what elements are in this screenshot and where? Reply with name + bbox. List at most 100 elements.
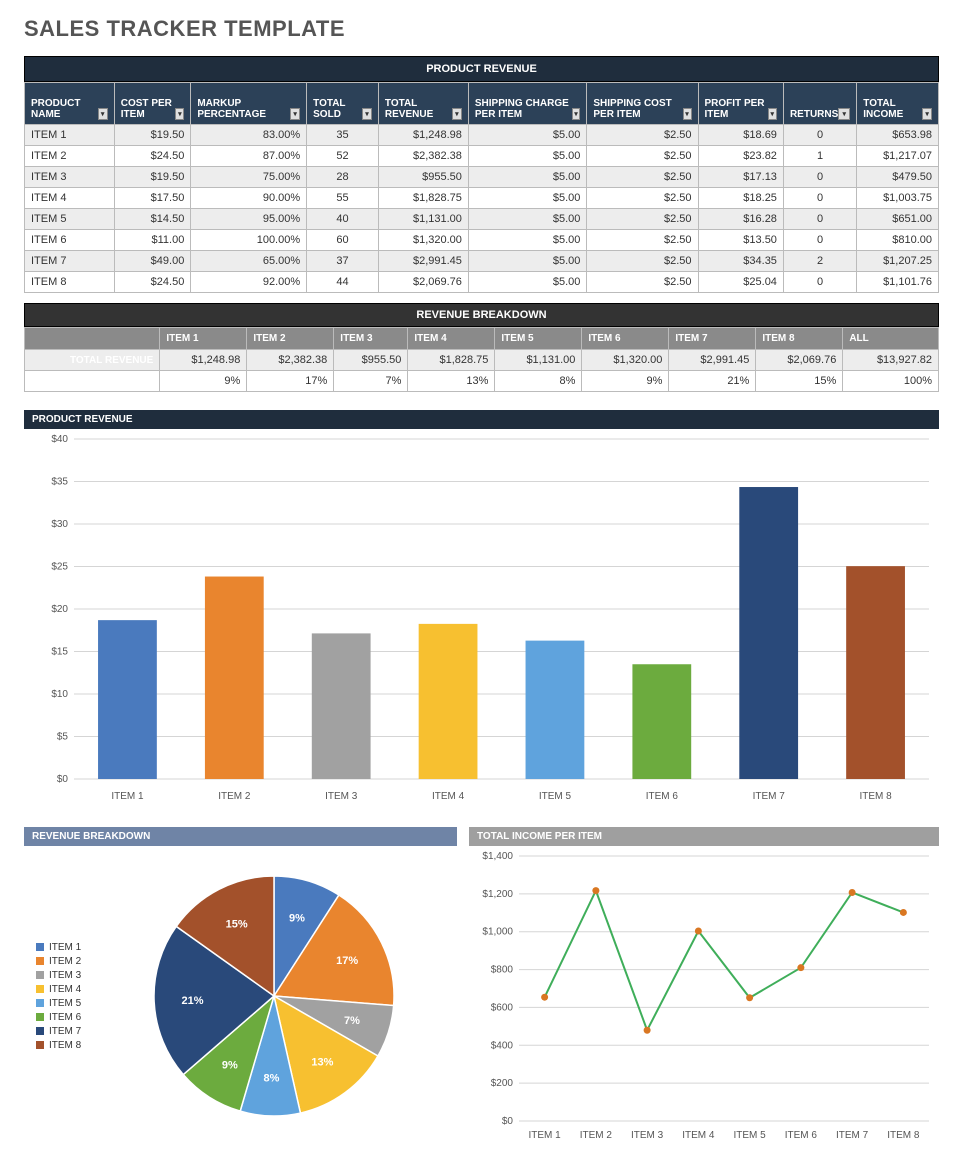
filter-dropdown-icon[interactable]: ▾ bbox=[922, 108, 932, 120]
pie-legend: ITEM 1ITEM 2ITEM 3ITEM 4ITEM 5ITEM 6ITEM… bbox=[24, 939, 114, 1054]
table-row: ITEM 5$14.5095.00%40$1,131.00$5.00$2.50$… bbox=[25, 209, 939, 230]
y-tick-label: $30 bbox=[51, 519, 68, 530]
line-chart: $0$200$400$600$800$1,000$1,200$1,400ITEM… bbox=[469, 846, 939, 1146]
pie-slice-label: 15% bbox=[226, 918, 248, 930]
cell: $5.00 bbox=[468, 251, 587, 272]
cell: 83.00% bbox=[191, 125, 307, 146]
cell: 35 bbox=[307, 125, 379, 146]
table-row: ITEM 8$24.5092.00%44$2,069.76$5.00$2.50$… bbox=[25, 272, 939, 293]
cell: 21% bbox=[669, 371, 756, 392]
filter-dropdown-icon[interactable]: ▾ bbox=[290, 108, 300, 120]
line-chart-title: TOTAL INCOME PER ITEM bbox=[469, 827, 939, 846]
cell: $1,248.98 bbox=[160, 350, 247, 371]
page-title: SALES TRACKER TEMPLATE bbox=[24, 16, 939, 42]
x-tick-label: ITEM 4 bbox=[682, 1130, 715, 1141]
cell: $1,217.07 bbox=[857, 146, 939, 167]
bar bbox=[632, 664, 691, 779]
revenue-breakdown-table: ITEM 1ITEM 2ITEM 3ITEM 4ITEM 5ITEM 6ITEM… bbox=[24, 327, 939, 392]
legend-swatch bbox=[36, 999, 44, 1007]
cell: $13.50 bbox=[698, 230, 783, 251]
cell: $2.50 bbox=[587, 146, 698, 167]
cell: 44 bbox=[307, 272, 379, 293]
x-tick-label: ITEM 4 bbox=[432, 791, 465, 802]
filter-dropdown-icon[interactable]: ▾ bbox=[683, 108, 692, 120]
cell: 28 bbox=[307, 167, 379, 188]
cell: $5.00 bbox=[468, 272, 587, 293]
bar-chart-title: PRODUCT REVENUE bbox=[24, 410, 939, 429]
filter-dropdown-icon[interactable]: ▾ bbox=[768, 108, 777, 120]
cell: 87.00% bbox=[191, 146, 307, 167]
cell: $2.50 bbox=[587, 230, 698, 251]
row-label: PERCENTAGE bbox=[25, 371, 160, 392]
cell: 90.00% bbox=[191, 188, 307, 209]
column-header: TOTAL INCOME▾ bbox=[857, 83, 939, 125]
cell: $2.50 bbox=[587, 125, 698, 146]
filter-dropdown-icon[interactable]: ▾ bbox=[175, 108, 184, 120]
pie-slice-label: 8% bbox=[263, 1073, 279, 1085]
cell: $2,382.38 bbox=[247, 350, 334, 371]
column-header: ITEM 1 bbox=[160, 328, 247, 350]
cell: $17.50 bbox=[114, 188, 191, 209]
cell: $1,131.00 bbox=[495, 350, 582, 371]
cell: $1,131.00 bbox=[378, 209, 468, 230]
cell: $23.82 bbox=[698, 146, 783, 167]
filter-dropdown-icon[interactable]: ▾ bbox=[572, 108, 581, 120]
header-label: PRODUCT NAME bbox=[31, 98, 98, 120]
cell: $5.00 bbox=[468, 125, 587, 146]
cell: 95.00% bbox=[191, 209, 307, 230]
data-point bbox=[746, 994, 753, 1001]
filter-dropdown-icon[interactable]: ▾ bbox=[452, 108, 462, 120]
header-label: SHIPPING COST PER ITEM bbox=[593, 98, 682, 120]
cell: 37 bbox=[307, 251, 379, 272]
cell: $19.50 bbox=[114, 125, 191, 146]
cell: 40 bbox=[307, 209, 379, 230]
header-label: MARKUP PERCENTAGE bbox=[197, 98, 290, 120]
cell: $5.00 bbox=[468, 146, 587, 167]
cell: $24.50 bbox=[114, 272, 191, 293]
cell: $810.00 bbox=[857, 230, 939, 251]
legend-item: ITEM 2 bbox=[36, 956, 102, 967]
legend-item: ITEM 3 bbox=[36, 970, 102, 981]
legend-swatch bbox=[36, 985, 44, 993]
cell: $2.50 bbox=[587, 167, 698, 188]
bar bbox=[98, 620, 157, 779]
legend-label: ITEM 6 bbox=[49, 1012, 81, 1023]
cell: 1 bbox=[783, 146, 856, 167]
column-header: ITEM 8 bbox=[756, 328, 843, 350]
bar bbox=[739, 487, 798, 779]
column-header: MARKUP PERCENTAGE▾ bbox=[191, 83, 307, 125]
column-header: SHIPPING CHARGE PER ITEM▾ bbox=[468, 83, 587, 125]
cell: 65.00% bbox=[191, 251, 307, 272]
bar bbox=[419, 624, 478, 779]
y-tick-label: $600 bbox=[491, 1002, 514, 1013]
y-tick-label: $0 bbox=[502, 1116, 514, 1127]
y-tick-label: $1,200 bbox=[482, 889, 513, 900]
cell: $24.50 bbox=[114, 146, 191, 167]
legend-label: ITEM 2 bbox=[49, 956, 81, 967]
cell: $2,991.45 bbox=[669, 350, 756, 371]
cell: 9% bbox=[160, 371, 247, 392]
column-header: SHIPPING COST PER ITEM▾ bbox=[587, 83, 698, 125]
cell: 55 bbox=[307, 188, 379, 209]
cell: $1,207.25 bbox=[857, 251, 939, 272]
x-tick-label: ITEM 6 bbox=[646, 791, 679, 802]
cell: ITEM 6 bbox=[25, 230, 115, 251]
legend-label: ITEM 5 bbox=[49, 998, 81, 1009]
cell: ITEM 7 bbox=[25, 251, 115, 272]
revenue-breakdown-table-title: REVENUE BREAKDOWN bbox=[24, 303, 939, 327]
legend-swatch bbox=[36, 957, 44, 965]
cell: $1,828.75 bbox=[378, 188, 468, 209]
cell: ITEM 2 bbox=[25, 146, 115, 167]
y-tick-label: $1,400 bbox=[482, 851, 513, 862]
cell: $13,927.82 bbox=[843, 350, 939, 371]
cell: 0 bbox=[783, 272, 856, 293]
y-tick-label: $25 bbox=[51, 562, 68, 573]
filter-dropdown-icon[interactable]: ▾ bbox=[98, 108, 108, 120]
cell: $1,320.00 bbox=[378, 230, 468, 251]
header-label: PROFIT PER ITEM bbox=[705, 98, 768, 120]
filter-dropdown-icon[interactable]: ▾ bbox=[838, 108, 850, 120]
legend-swatch bbox=[36, 1041, 44, 1049]
y-tick-label: $10 bbox=[51, 689, 68, 700]
filter-dropdown-icon[interactable]: ▾ bbox=[362, 108, 372, 120]
x-tick-label: ITEM 1 bbox=[529, 1130, 562, 1141]
